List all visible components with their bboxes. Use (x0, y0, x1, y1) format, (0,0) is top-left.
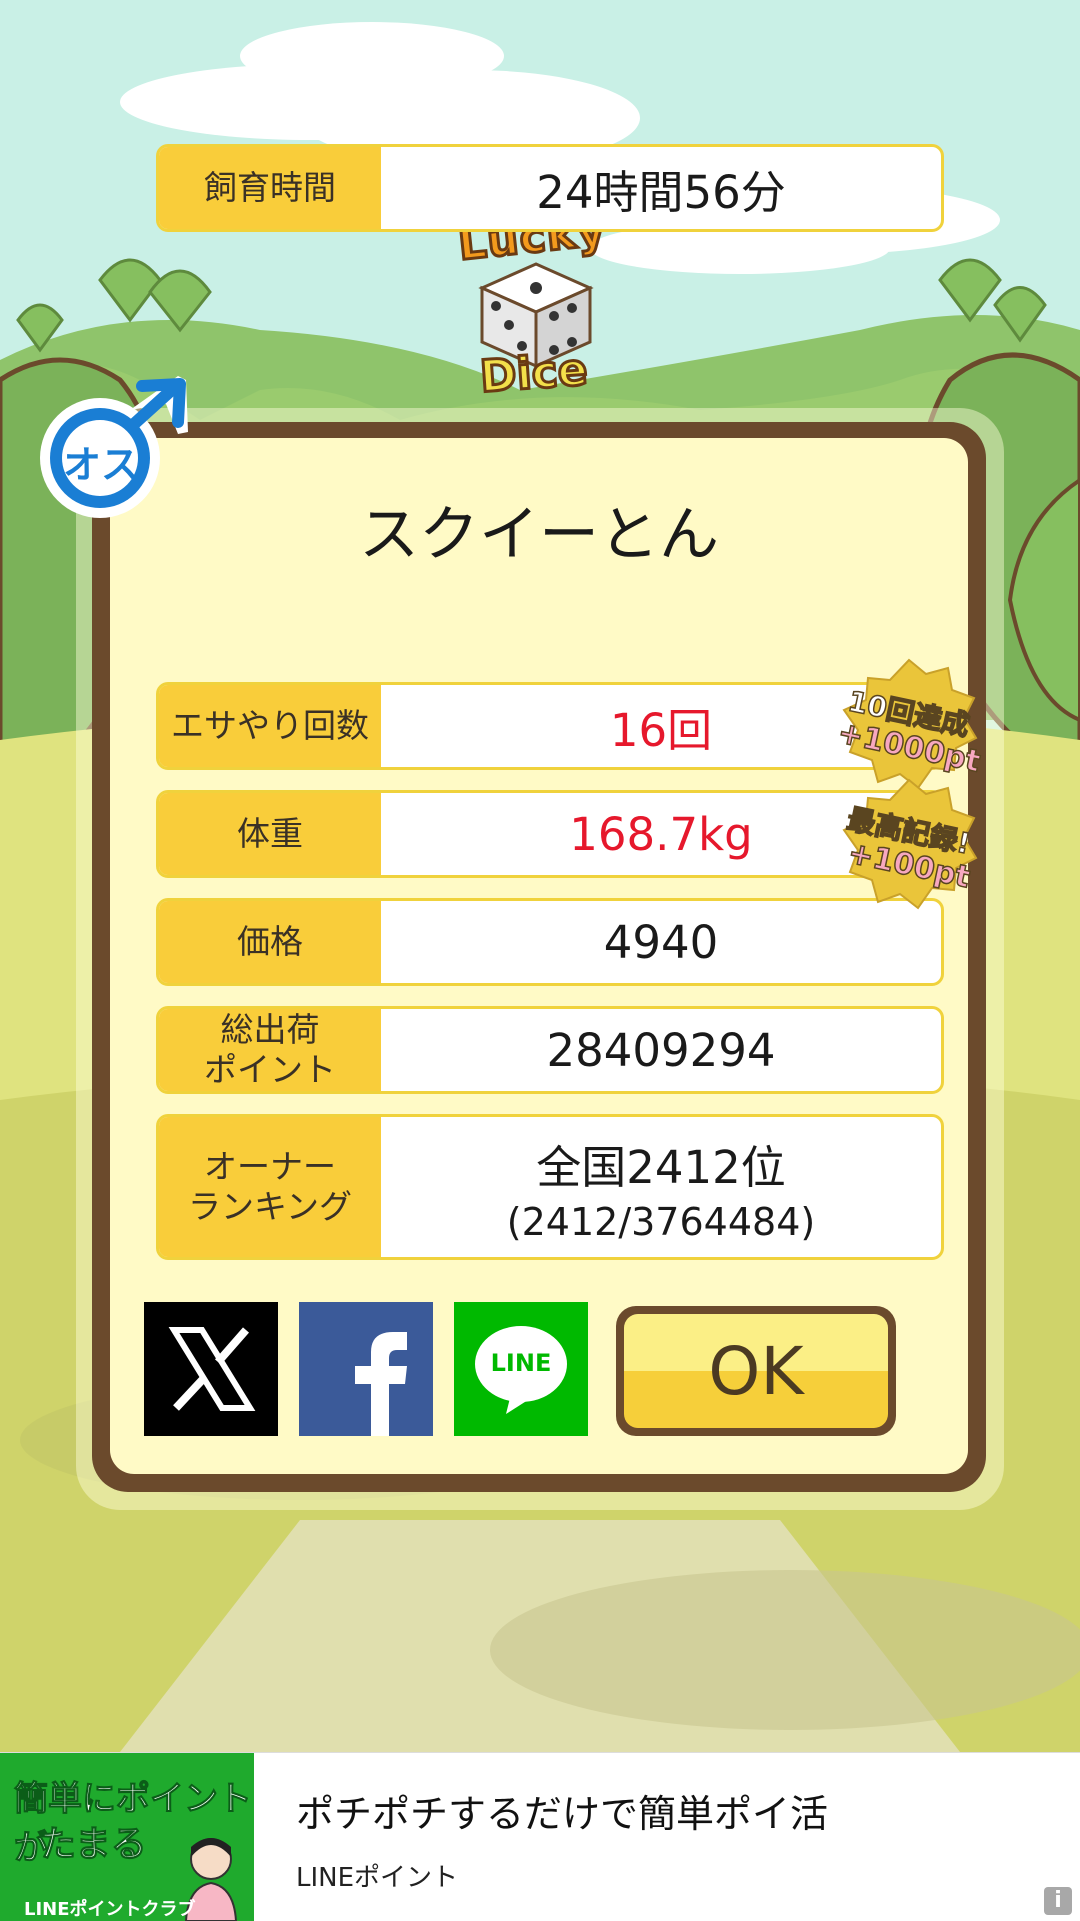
stat-label: 総出荷 ポイント (159, 1009, 381, 1091)
ad-banner[interactable]: 簡単にポイントが たまる LINEポイントクラブ ポチポチするだけで簡単ポイ活 … (0, 1752, 1080, 1921)
stat-label: 飼育時間 (159, 147, 381, 229)
stat-row-total-shipping-points: 総出荷 ポイント 28409294 (156, 1006, 944, 1094)
ad-image-footer: LINEポイントクラブ (24, 1899, 196, 1920)
stat-row-price: 価格 4940 (156, 898, 944, 986)
share-x-button[interactable] (144, 1302, 278, 1436)
pet-name-title: スクイーとん (359, 500, 719, 570)
ad-image-subheadline: たまる (40, 1824, 148, 1866)
x-logo-icon (168, 1327, 256, 1411)
share-line-button[interactable]: LINE (454, 1302, 588, 1436)
stat-label: エサやり回数 (159, 685, 381, 767)
ranking-detail: (2412/3764484) (506, 1199, 816, 1244)
share-facebook-button[interactable] (299, 1302, 433, 1436)
achievement-badge-feed: 10回達成 +1000pt (834, 656, 984, 796)
ad-title[interactable]: ポチポチするだけで簡単ポイ活 (296, 1783, 828, 1838)
stat-value: 28409294 (546, 1023, 776, 1077)
stat-row-feed-count: エサやり回数 16回 (156, 682, 944, 770)
stat-label: 価格 (159, 901, 381, 983)
stat-label: オーナー ランキング (159, 1117, 381, 1257)
stat-row-raising-time: 飼育時間 24時間56分 (156, 144, 944, 232)
stat-value-ranking: 全国2412位 (2412/3764484) (381, 1117, 941, 1257)
lucky-dice-logo: Lucky Dice (446, 203, 626, 404)
gender-label: オス (62, 443, 139, 487)
ad-source: LINEポイント (296, 1863, 459, 1893)
logo-dice-text: Dice (477, 343, 591, 404)
stat-row-owner-ranking: オーナー ランキング 全国2412位 (2412/3764484) (156, 1114, 944, 1260)
facebook-logo-icon (355, 1332, 407, 1436)
ad-info-icon[interactable]: i (1044, 1887, 1072, 1915)
line-logo-text: LINE (490, 1349, 552, 1377)
stat-label: 体重 (159, 793, 381, 875)
ok-button[interactable]: OK (616, 1306, 896, 1436)
achievement-badge-weight: 最高記録! +100pt (834, 776, 984, 916)
stat-row-weight: 体重 168.7kg (156, 790, 944, 878)
ok-button-label: OK (708, 1332, 804, 1410)
ad-image[interactable]: 簡単にポイントが たまる LINEポイントクラブ (0, 1753, 254, 1921)
ranking-position: 全国2412位 (536, 1140, 786, 1194)
gender-badge: オス (38, 372, 198, 522)
stat-value: 24時間56分 (536, 165, 786, 219)
ok-button-face: OK (624, 1314, 888, 1428)
